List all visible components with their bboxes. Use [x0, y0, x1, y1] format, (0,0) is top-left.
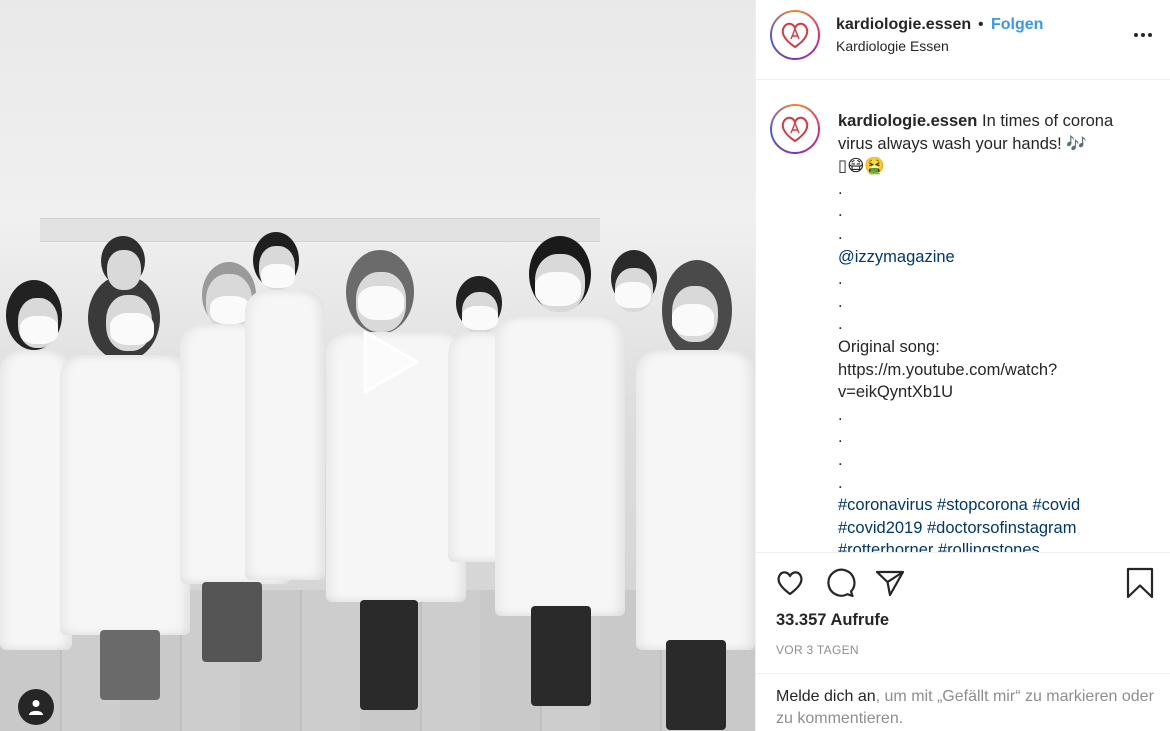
post-username[interactable]: kardiologie.essen: [836, 16, 971, 34]
post-timestamp[interactable]: VOR 3 TAGEN: [776, 643, 859, 657]
caption-line: .: [838, 473, 843, 492]
login-link[interactable]: Melde dich an: [776, 688, 876, 705]
follow-button[interactable]: Folgen: [991, 16, 1043, 34]
post-actions: 33.357 Aufrufe VOR 3 TAGEN Melde dich an…: [756, 552, 1170, 731]
caption-line: ▯😷🤮: [838, 157, 885, 176]
caption-line: kardiologie.essen In times of corona: [838, 110, 1143, 133]
hashtag-line[interactable]: #covid2019 #doctorsofinstagram: [838, 517, 1143, 540]
caption-username[interactable]: kardiologie.essen: [838, 112, 977, 130]
caption-line: virus always wash your hands! 🎶: [838, 134, 1087, 153]
caption-line: .: [838, 202, 843, 221]
caption-line: .: [838, 224, 843, 243]
user-tag-icon[interactable]: [18, 689, 54, 725]
avatar[interactable]: [770, 104, 820, 154]
heart-logo-icon: [781, 116, 809, 143]
login-prompt: Melde dich an, um mit „Gefällt mir“ zu m…: [776, 686, 1161, 730]
share-icon[interactable]: [874, 567, 906, 599]
youtube-url: v=eikQyntXb1U: [838, 383, 954, 402]
caption-line: .: [838, 270, 843, 289]
caption-line: .: [838, 315, 843, 334]
post-header: kardiologie.essen • Folgen Kardiologie E…: [756, 0, 1170, 80]
location-link[interactable]: Kardiologie Essen: [836, 38, 949, 54]
hashtag-line[interactable]: #coronavirus #stopcorona #covid: [838, 494, 1143, 517]
doctor-figure: [95, 236, 155, 296]
comment-icon[interactable]: [824, 567, 856, 599]
mention-link[interactable]: @izzymagazine: [838, 246, 1143, 269]
play-icon[interactable]: [343, 320, 427, 404]
heart-logo-icon: [781, 22, 809, 49]
caption-line: .: [838, 428, 843, 447]
hashtag-line[interactable]: #rotterhorner #rollingstones: [838, 539, 1143, 552]
caption-text-segment: In times of corona: [981, 112, 1114, 130]
caption-line: Original song:: [838, 337, 940, 356]
caption-line: .: [838, 450, 843, 469]
doctor-figure: [245, 232, 325, 652]
caption-scroll-area[interactable]: kardiologie.essen In times of corona vir…: [756, 80, 1170, 552]
view-count[interactable]: 33.357 Aufrufe: [776, 611, 889, 630]
bookmark-icon[interactable]: [1124, 567, 1156, 599]
caption-line: .: [838, 179, 843, 198]
heart-icon[interactable]: [774, 567, 806, 599]
separator-dot: •: [978, 16, 984, 33]
doctor-figure: [636, 260, 755, 730]
avatar[interactable]: [770, 10, 820, 60]
caption-line: .: [838, 292, 843, 311]
youtube-url: https://m.youtube.com/watch?: [838, 360, 1058, 379]
caption-line: .: [838, 405, 843, 424]
doctor-figure: [60, 275, 190, 705]
post-side-panel: kardiologie.essen • Folgen Kardiologie E…: [755, 0, 1170, 731]
divider: [756, 673, 1170, 674]
post-caption: kardiologie.essen In times of corona vir…: [838, 110, 1143, 552]
post-video[interactable]: [0, 0, 755, 731]
more-horizontal-icon[interactable]: [1131, 28, 1155, 42]
